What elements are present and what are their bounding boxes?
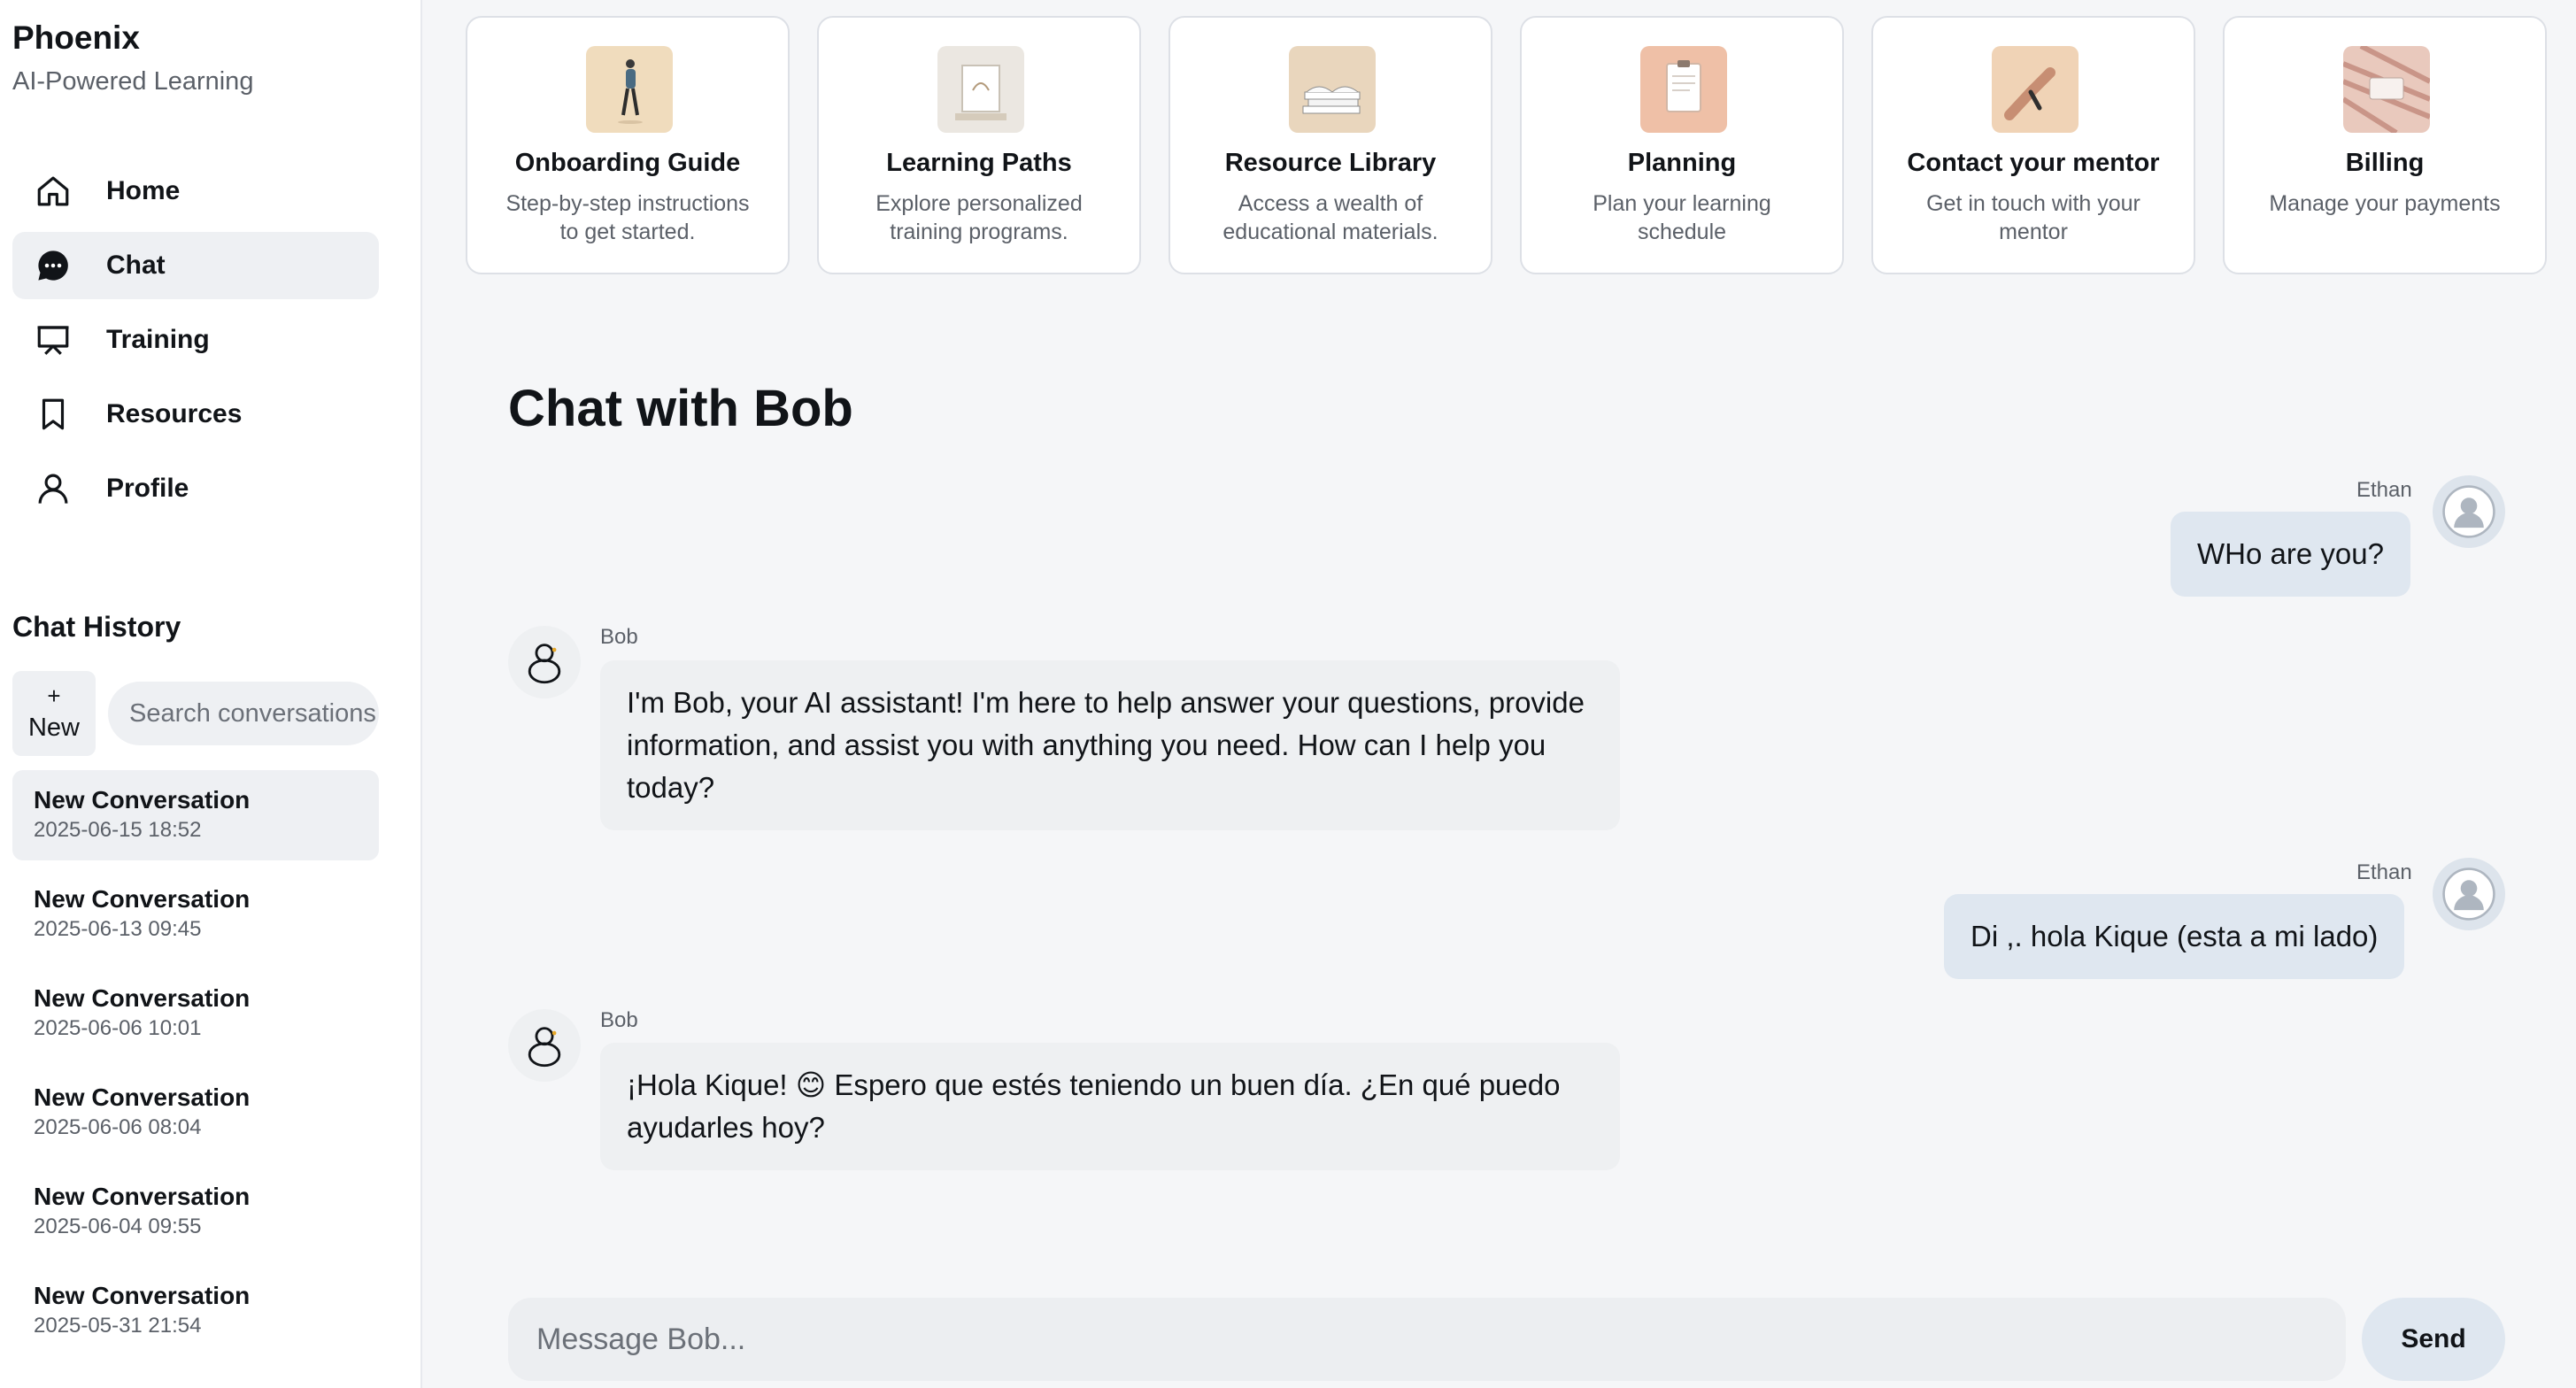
message-sender: Bob bbox=[600, 1008, 638, 1032]
card-title: Planning bbox=[1627, 149, 1737, 177]
message-sender: Bob bbox=[600, 625, 638, 649]
card-description: Step-by-step instructions to get started… bbox=[505, 191, 750, 244]
nav-item-chat[interactable]: Chat bbox=[12, 232, 379, 299]
chat-title: Chat with Bob bbox=[508, 380, 853, 437]
new-button-label: New bbox=[27, 713, 80, 743]
nav-item-label: Profile bbox=[106, 474, 189, 503]
bot-message-bubble: I'm Bob, your AI assistant! I'm here to … bbox=[600, 660, 1620, 830]
conversation-item[interactable]: New Conversation 2025-06-06 08:04 bbox=[12, 1068, 379, 1158]
conversation-item[interactable]: New Conversation 2025-06-06 10:01 bbox=[12, 968, 379, 1059]
card-contact-mentor[interactable]: Contact your mentor Get in touch with yo… bbox=[1871, 16, 2195, 274]
user-message-bubble: Di ,. hola Kique (esta a mi lado) bbox=[1944, 894, 2405, 979]
card-description: Plan your learning schedule bbox=[1593, 191, 1771, 244]
conversation-name: New Conversation bbox=[34, 1183, 251, 1210]
main-nav: Home Chat Training Resources Profile bbox=[12, 158, 379, 529]
conversation-date: 2025-06-15 18:52 bbox=[34, 818, 202, 842]
conversation-name: New Conversation bbox=[34, 885, 251, 913]
new-conversation-button[interactable]: + New bbox=[12, 671, 96, 756]
card-learning-paths[interactable]: Learning Paths Explore personalized trai… bbox=[817, 16, 1141, 274]
card-description: Manage your payments bbox=[2269, 191, 2501, 216]
conversation-name: New Conversation bbox=[34, 786, 251, 814]
card-description: Get in touch with your mentor bbox=[1926, 191, 2140, 244]
plus-icon: + bbox=[47, 682, 61, 710]
conversation-date: 2025-05-31 21:54 bbox=[34, 1314, 202, 1338]
conversation-date: 2025-06-13 09:45 bbox=[34, 917, 202, 941]
conversation-name: New Conversation bbox=[34, 984, 251, 1012]
bot-avatar-icon bbox=[508, 1009, 581, 1082]
book-stack-illustration bbox=[1289, 46, 1376, 133]
framed-print-illustration bbox=[937, 46, 1024, 133]
card-description: Access a wealth of educational materials… bbox=[1222, 191, 1438, 244]
nav-item-profile[interactable]: Profile bbox=[12, 455, 379, 522]
walking-person-illustration bbox=[586, 46, 673, 133]
nav-item-home[interactable]: Home bbox=[12, 158, 379, 225]
conversation-date: 2025-06-06 10:01 bbox=[34, 1016, 202, 1040]
conversation-item[interactable]: New Conversation 2025-06-15 18:52 bbox=[12, 770, 379, 860]
credit-card-illustration bbox=[2343, 46, 2430, 133]
card-description: Explore personalized training programs. bbox=[875, 191, 1083, 244]
clipboard-illustration bbox=[1640, 46, 1727, 133]
quick-access-cards: Onboarding Guide Step-by-step instructio… bbox=[466, 16, 2549, 274]
card-resource-library[interactable]: Resource Library Access a wealth of educ… bbox=[1168, 16, 1492, 274]
card-title: Contact your mentor bbox=[1907, 149, 2160, 177]
message-sender: Ethan bbox=[2356, 478, 2412, 502]
user-message-bubble: WHo are you? bbox=[2171, 512, 2410, 597]
card-title: Billing bbox=[2345, 149, 2425, 177]
conversation-list: New Conversation 2025-06-15 18:52 New Co… bbox=[12, 770, 379, 1365]
brand-title: Phoenix bbox=[12, 19, 140, 56]
send-button[interactable]: Send bbox=[2362, 1298, 2505, 1381]
nav-item-training[interactable]: Training bbox=[12, 306, 379, 374]
user-avatar-icon bbox=[2433, 858, 2505, 930]
brand-subtitle: AI-Powered Learning bbox=[12, 67, 254, 96]
nav-item-label: Chat bbox=[106, 251, 166, 280]
card-billing[interactable]: Billing Manage your payments bbox=[2223, 16, 2547, 274]
conversation-name: New Conversation bbox=[34, 1083, 251, 1111]
nav-item-label: Training bbox=[106, 325, 210, 354]
card-planning[interactable]: Planning Plan your learning schedule bbox=[1520, 16, 1844, 274]
message-input[interactable] bbox=[508, 1298, 2346, 1381]
chat-bubble-icon bbox=[34, 246, 73, 285]
sidebar: Phoenix AI-Powered Learning Home Chat Tr… bbox=[0, 0, 422, 1388]
message-sender: Ethan bbox=[2356, 860, 2412, 884]
user-avatar-icon bbox=[2433, 475, 2505, 548]
nav-item-label: Home bbox=[106, 176, 181, 205]
conversation-name: New Conversation bbox=[34, 1282, 251, 1309]
card-title: Onboarding Guide bbox=[514, 149, 741, 177]
conversation-date: 2025-06-06 08:04 bbox=[34, 1115, 202, 1139]
card-onboarding-guide[interactable]: Onboarding Guide Step-by-step instructio… bbox=[466, 16, 790, 274]
bot-message-bubble: ¡Hola Kique! 😊 Espero que estés teniendo… bbox=[600, 1043, 1620, 1170]
nav-item-resources[interactable]: Resources bbox=[12, 381, 379, 448]
card-title: Learning Paths bbox=[886, 149, 1072, 177]
bot-avatar-icon bbox=[508, 626, 581, 698]
conversation-item[interactable]: New Conversation 2025-05-31 21:54 bbox=[12, 1266, 379, 1356]
bookmark-icon bbox=[34, 395, 73, 434]
conversation-search-input[interactable] bbox=[108, 682, 379, 745]
conversation-item[interactable]: New Conversation 2025-06-13 09:45 bbox=[12, 869, 379, 960]
card-title: Resource Library bbox=[1224, 149, 1437, 177]
nav-item-label: Resources bbox=[106, 399, 243, 428]
hand-gesture-illustration bbox=[1992, 46, 2079, 133]
user-icon bbox=[34, 469, 73, 508]
chat-history-title: Chat History bbox=[12, 611, 181, 643]
conversation-item[interactable]: New Conversation 2025-06-04 09:55 bbox=[12, 1167, 379, 1257]
presentation-icon bbox=[34, 320, 73, 359]
conversation-date: 2025-06-04 09:55 bbox=[34, 1214, 202, 1238]
home-icon bbox=[34, 172, 73, 211]
